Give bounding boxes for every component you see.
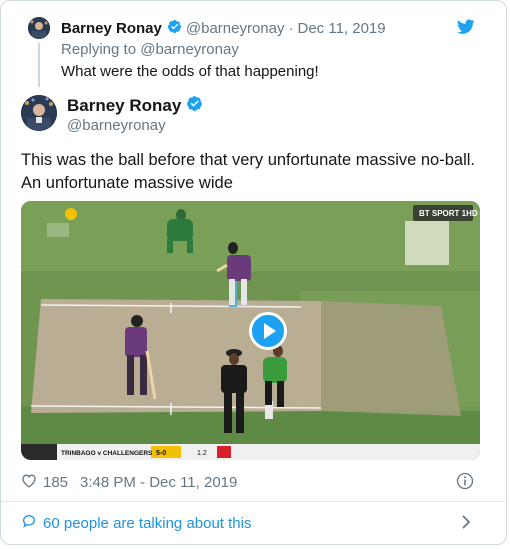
info-icon[interactable] <box>456 472 474 490</box>
broadcaster-logo: BT SPORT 1HD <box>419 209 478 218</box>
parent-avatar[interactable] <box>28 17 50 39</box>
main-author-name-row: Barney Ronay <box>67 95 207 117</box>
chevron-right-icon[interactable] <box>461 515 471 529</box>
verified-badge-icon <box>186 95 203 117</box>
heart-icon[interactable] <box>21 473 37 492</box>
tweet-stats: 185 3:48 PM - Dec 11, 2019 <box>21 472 237 492</box>
parent-handle[interactable]: @barneyronay <box>186 20 285 37</box>
verified-badge-icon <box>167 19 182 38</box>
like-count[interactable]: 185 <box>43 474 68 491</box>
replying-to-label[interactable]: Replying to @barneyronay <box>61 41 239 58</box>
parent-author-name[interactable]: Barney Ronay <box>61 20 162 37</box>
main-author-name[interactable]: Barney Ronay <box>67 96 181 116</box>
thread-line <box>38 43 40 87</box>
scoreboard-score: 5-0 <box>156 450 166 457</box>
comment-bubble-icon <box>21 513 37 533</box>
main-avatar[interactable] <box>21 95 57 131</box>
main-handle[interactable]: @barneyronay <box>67 117 166 134</box>
embedded-tweet-card: Barney Ronay @barneyronay · Dec 11, 2019… <box>0 0 508 545</box>
video-player[interactable]: BT SPORT 1HD TRINBAGO v CHALLENGERS 5-0 … <box>21 201 480 460</box>
play-icon[interactable] <box>249 312 287 350</box>
conversation-link[interactable]: 60 people are talking about this <box>21 513 251 533</box>
parent-tweet-header: Barney Ronay @barneyronay · Dec 11, 2019 <box>61 18 386 38</box>
tweet-timestamp[interactable]: 3:48 PM - Dec 11, 2019 <box>80 474 237 491</box>
main-tweet-text: This was the ball before that very unfor… <box>21 151 475 192</box>
separator-dot: · <box>288 19 294 37</box>
twitter-bird-icon[interactable] <box>456 19 475 35</box>
divider <box>1 501 508 502</box>
parent-tweet-text: What were the odds of that happening! <box>61 63 319 80</box>
conversation-label[interactable]: 60 people are talking about this <box>43 515 251 532</box>
parent-date[interactable]: Dec 11, 2019 <box>298 20 386 37</box>
scoreboard-overs: 1.2 <box>197 450 207 457</box>
scoreboard-teams: TRINBAGO v CHALLENGERS <box>61 450 153 457</box>
